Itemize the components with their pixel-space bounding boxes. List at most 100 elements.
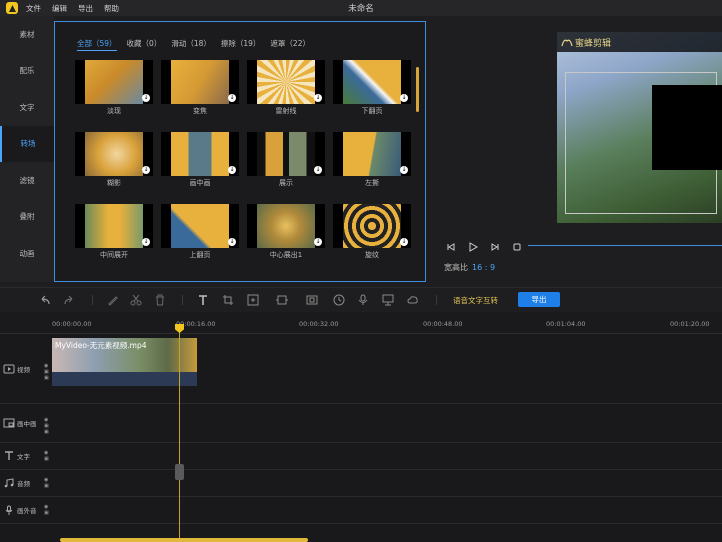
transition-tile[interactable]: ↓ 淡现	[75, 60, 153, 116]
app-window: 文件 编辑 导出 帮助 未命名 素材 配乐 文字 转场 滤镜 叠附 动画 全部（…	[0, 0, 722, 542]
microphone-icon[interactable]	[356, 293, 370, 307]
voiceover-track: 画外音 ◉ ▣	[0, 497, 722, 524]
timeline-tracks: 视频 ◉ ▣ ▣ MyVideo-无元素视频.mp4 画中画 ◉ ▣ ▣ 文字 ◉ ▣	[0, 334, 722, 542]
toolbar-divider	[92, 295, 93, 305]
menu-file[interactable]: 文件	[26, 3, 41, 14]
play-icon[interactable]	[466, 240, 480, 254]
text-track: 文字 ◉ ▣	[0, 443, 722, 470]
cloud-icon[interactable]	[406, 293, 420, 307]
ruler-tick-label: 00:00:32.00	[299, 320, 339, 328]
transition-thumbnail: ↓	[333, 204, 411, 248]
export-button[interactable]: 导出	[518, 292, 560, 307]
screen-record-icon[interactable]	[381, 293, 395, 307]
transition-tile[interactable]: ↓ 中间展开	[75, 204, 153, 260]
aspect-ratio-label: 宽高比	[444, 263, 468, 272]
sidebar-item-animation[interactable]: 动画	[0, 235, 54, 272]
menu-help[interactable]: 帮助	[104, 3, 119, 14]
text-tool-icon[interactable]	[196, 293, 210, 307]
transition-label: 下翻页	[361, 107, 383, 115]
transition-label: 展示	[279, 179, 293, 187]
download-icon[interactable]: ↓	[400, 238, 408, 246]
transition-thumbnail: ↓	[247, 204, 325, 248]
transition-label: 淡现	[107, 107, 121, 115]
sidebar-item-filters[interactable]: 滤镜	[0, 162, 54, 199]
download-icon[interactable]: ↓	[228, 94, 236, 102]
transition-thumbnail: ↓	[161, 60, 239, 104]
transition-tile[interactable]: ↓ 上翻页	[161, 204, 239, 260]
redo-icon[interactable]	[62, 293, 76, 307]
undo-icon[interactable]	[38, 293, 52, 307]
track-visibility-lock-icon[interactable]: ◉ ▣ ▣	[44, 363, 50, 381]
download-icon[interactable]: ↓	[142, 238, 150, 246]
prev-frame-icon[interactable]	[444, 240, 458, 254]
transition-tile[interactable]: ↓ 旋纹	[333, 204, 411, 260]
pen-icon[interactable]	[106, 293, 120, 307]
title-bar: 文件 编辑 导出 帮助 未命名	[0, 0, 722, 16]
cut-icon[interactable]	[129, 293, 143, 307]
filter-tab-slide[interactable]: 滑动（18）	[171, 38, 211, 51]
video-clip[interactable]: MyVideo-无元素视频.mp4	[52, 338, 197, 386]
sidebar-item-transitions[interactable]: 转场	[0, 125, 54, 162]
track-visibility-lock-icon[interactable]: ◉ ▣	[44, 477, 50, 489]
preview-panel: 蜜蜂剪辑 宽高比 16 : 9	[430, 16, 722, 282]
sidebar-item-media[interactable]: 素材	[0, 16, 54, 53]
transition-tile[interactable]: ↓ 糊影	[75, 132, 153, 188]
transition-label: 左撕	[365, 179, 379, 187]
ruler-tick-label: 00:01:20.00	[670, 320, 710, 328]
filter-tab-favorites[interactable]: 收藏（0）	[127, 38, 162, 51]
next-frame-icon[interactable]	[488, 240, 502, 254]
transition-label: 中心展出1	[269, 251, 303, 259]
sidebar-item-text[interactable]: 文字	[0, 89, 54, 126]
menu-edit[interactable]: 编辑	[52, 3, 67, 14]
track-visibility-lock-icon[interactable]: ◉ ▣ ▣	[44, 417, 50, 435]
transition-tile[interactable]: ↓ 下翻页	[333, 60, 411, 116]
mosaic-icon[interactable]	[305, 293, 319, 307]
filter-tab-mask[interactable]: 遮罩（22）	[270, 38, 310, 51]
crop-icon[interactable]	[221, 293, 235, 307]
download-icon[interactable]: ↓	[314, 166, 322, 174]
transition-tile[interactable]: ↓ 中心展出1	[247, 204, 325, 260]
download-icon[interactable]: ↓	[314, 94, 322, 102]
transition-tile[interactable]: ↓ 展示	[247, 132, 325, 188]
transition-thumbnail: ↓	[333, 132, 411, 176]
download-icon[interactable]: ↓	[228, 166, 236, 174]
transition-library: 全部（59） 收藏（0） 滑动（18） 擦除（19） 遮罩（22） ↓ 淡现 ↓…	[54, 21, 426, 282]
timeline-drag-handle[interactable]	[175, 464, 184, 480]
download-icon[interactable]: ↓	[314, 238, 322, 246]
sidebar-item-overlays[interactable]: 叠附	[0, 199, 54, 236]
timeline-scrollbar[interactable]	[60, 538, 308, 542]
speech-to-text-button[interactable]: 语音文字互转	[453, 295, 498, 306]
split-screen-icon[interactable]	[275, 293, 289, 307]
transition-tile[interactable]: ↓ 变焦	[161, 60, 239, 116]
download-icon[interactable]: ↓	[142, 166, 150, 174]
track-name: 画外音	[17, 507, 37, 515]
track-visibility-lock-icon[interactable]: ◉ ▣	[44, 504, 50, 516]
duration-icon[interactable]	[332, 293, 346, 307]
zoom-icon[interactable]	[246, 293, 260, 307]
transition-tile[interactable]: ↓ 雷射线	[247, 60, 325, 116]
filter-tab-wipe[interactable]: 擦除（19）	[221, 38, 261, 51]
download-icon[interactable]: ↓	[400, 94, 408, 102]
stop-icon[interactable]	[510, 240, 524, 254]
aspect-ratio[interactable]: 宽高比 16 : 9	[444, 262, 495, 273]
preview-progress-bar[interactable]	[528, 245, 722, 246]
ruler-tick-label: 00:00:48.00	[423, 320, 463, 328]
download-icon[interactable]: ↓	[400, 166, 408, 174]
track-visibility-lock-icon[interactable]: ◉ ▣	[44, 450, 50, 462]
download-icon[interactable]: ↓	[228, 238, 236, 246]
track-header: 画中画 ◉ ▣ ▣	[0, 404, 52, 442]
filter-tab-all[interactable]: 全部（59）	[77, 38, 117, 51]
sidebar-item-music[interactable]: 配乐	[0, 53, 54, 90]
download-icon[interactable]: ↓	[142, 94, 150, 102]
delete-icon[interactable]	[153, 293, 167, 307]
transition-tile[interactable]: ↓ 画中画	[161, 132, 239, 188]
transition-tile[interactable]: ↓ 左撕	[333, 132, 411, 188]
menu-export[interactable]: 导出	[78, 3, 93, 14]
track-name: 文字	[17, 453, 30, 461]
library-scrollbar[interactable]	[416, 67, 419, 112]
ruler-tick-label: 00:01:04.00	[546, 320, 586, 328]
playhead-line[interactable]	[179, 328, 180, 542]
bee-logo-icon	[561, 39, 573, 47]
transition-label: 糊影	[107, 179, 121, 187]
timeline-ruler[interactable]: 00:00:00.00 00:00:16.00 00:00:32.00 00:0…	[0, 312, 722, 334]
